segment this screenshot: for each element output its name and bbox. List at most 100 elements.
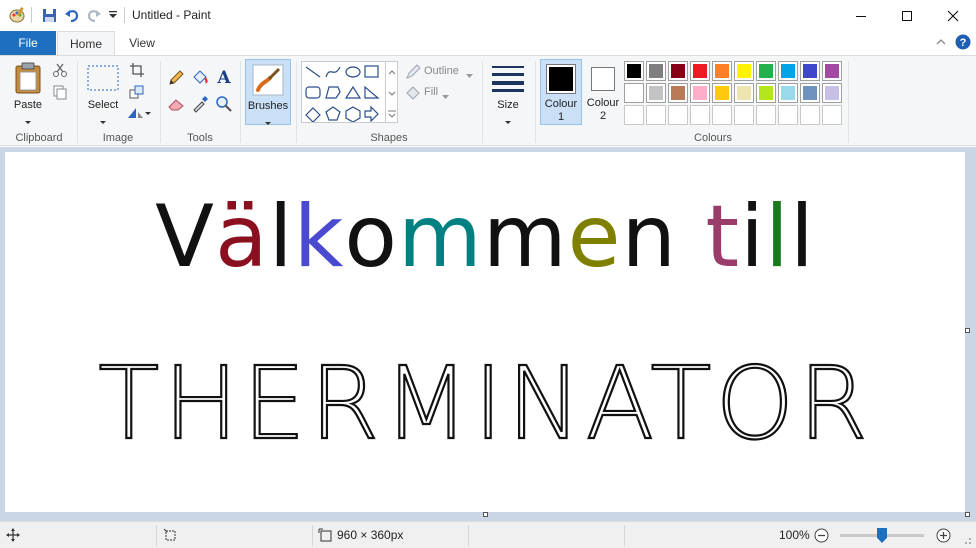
fill-bucket-icon[interactable] bbox=[191, 69, 209, 90]
divider bbox=[535, 61, 536, 143]
rotate-icon[interactable] bbox=[127, 106, 151, 123]
help-icon[interactable]: ? bbox=[955, 34, 971, 53]
cut-icon[interactable] bbox=[52, 62, 68, 81]
colour2-number: 2 bbox=[599, 110, 607, 122]
colour-swatch[interactable] bbox=[778, 61, 798, 81]
colour-swatch[interactable] bbox=[646, 83, 666, 103]
colour-swatch[interactable] bbox=[734, 83, 754, 103]
undo-icon[interactable] bbox=[63, 6, 81, 24]
colour-swatch[interactable] bbox=[822, 61, 842, 81]
select-button[interactable]: Select bbox=[82, 58, 124, 126]
chevron-down-icon bbox=[264, 116, 272, 130]
copy-icon[interactable] bbox=[52, 84, 68, 103]
custom-colour-slot[interactable] bbox=[646, 105, 666, 125]
custom-colour-slot[interactable] bbox=[778, 105, 798, 125]
canvas-text-line-2: THERMINATOR bbox=[97, 344, 872, 463]
line-size-icon bbox=[492, 66, 524, 92]
size-button[interactable]: Size bbox=[487, 59, 529, 125]
divider bbox=[468, 525, 469, 546]
colour-swatch[interactable] bbox=[800, 83, 820, 103]
colour-swatch[interactable] bbox=[756, 83, 776, 103]
colour2-button[interactable]: Colour 2 bbox=[584, 59, 622, 125]
resize-grip-icon[interactable] bbox=[962, 534, 972, 548]
drawing-canvas[interactable]: Välkommen till THERMINATOR bbox=[5, 152, 965, 512]
resize-handle-right[interactable] bbox=[965, 328, 970, 333]
canvas-workspace: Välkommen till THERMINATOR bbox=[0, 147, 976, 521]
outline-icon bbox=[405, 64, 421, 83]
colour-swatch[interactable] bbox=[778, 83, 798, 103]
svg-text:A: A bbox=[216, 68, 231, 87]
paste-label: Paste bbox=[13, 99, 43, 111]
custom-colour-slot[interactable] bbox=[690, 105, 710, 125]
colour-swatch[interactable] bbox=[668, 61, 688, 81]
colour-swatch[interactable] bbox=[646, 61, 666, 81]
tab-file[interactable]: File bbox=[0, 31, 56, 55]
colour-swatch[interactable] bbox=[712, 61, 732, 81]
shapes-gallery[interactable] bbox=[301, 61, 398, 123]
colour1-button[interactable]: Colour 1 bbox=[540, 59, 582, 125]
brush-icon bbox=[252, 64, 284, 96]
canvas-letter: k bbox=[293, 187, 345, 287]
zoom-in-button[interactable] bbox=[936, 528, 951, 546]
save-icon[interactable] bbox=[40, 6, 58, 24]
magnifier-icon[interactable] bbox=[215, 95, 233, 116]
chevron-down-icon bbox=[466, 68, 473, 82]
custom-colour-slot[interactable] bbox=[668, 105, 688, 125]
colour-swatch[interactable] bbox=[712, 83, 732, 103]
canvas-letter: ä bbox=[215, 187, 269, 287]
paint-app-icon[interactable] bbox=[8, 6, 26, 24]
colour-swatch[interactable] bbox=[800, 61, 820, 81]
tab-home[interactable]: Home bbox=[57, 31, 115, 55]
divider bbox=[624, 525, 625, 546]
zoom-out-button[interactable] bbox=[814, 528, 829, 546]
colour-swatch[interactable] bbox=[668, 83, 688, 103]
title-bar: Untitled - Paint bbox=[0, 0, 976, 31]
tab-view[interactable]: View bbox=[118, 31, 166, 55]
text-tool-icon[interactable]: A bbox=[215, 67, 233, 90]
zoom-slider-thumb[interactable] bbox=[877, 528, 887, 543]
colour-swatch[interactable] bbox=[690, 83, 710, 103]
collapse-ribbon-icon[interactable] bbox=[935, 36, 947, 51]
crop-icon[interactable] bbox=[129, 62, 145, 81]
customize-quick-access-icon[interactable] bbox=[104, 6, 122, 24]
chevron-down-icon bbox=[99, 115, 107, 129]
colour-swatch[interactable] bbox=[734, 61, 754, 81]
custom-colour-slot[interactable] bbox=[800, 105, 820, 125]
fill-label[interactable]: Fill bbox=[424, 86, 438, 98]
canvas-text-line-1: Välkommen till bbox=[5, 187, 965, 287]
resize-handle-corner[interactable] bbox=[965, 512, 970, 517]
canvas-letter: l bbox=[765, 187, 790, 287]
minimize-button[interactable] bbox=[838, 0, 884, 31]
custom-colour-slot[interactable] bbox=[734, 105, 754, 125]
divider bbox=[240, 61, 241, 143]
brushes-button[interactable]: Brushes bbox=[245, 59, 291, 125]
resize-icon[interactable] bbox=[129, 84, 145, 103]
canvas-letter: m bbox=[398, 187, 483, 287]
custom-colour-slot[interactable] bbox=[712, 105, 732, 125]
paste-button[interactable]: Paste bbox=[6, 58, 50, 126]
redo-icon[interactable] bbox=[85, 6, 103, 24]
custom-colour-slot[interactable] bbox=[822, 105, 842, 125]
colour1-swatch bbox=[546, 64, 576, 94]
custom-colour-slot[interactable] bbox=[624, 105, 644, 125]
canvas-letter: l bbox=[268, 187, 294, 287]
custom-colour-slot[interactable] bbox=[756, 105, 776, 125]
outline-label[interactable]: Outline bbox=[424, 65, 459, 77]
divider bbox=[848, 61, 849, 143]
zoom-slider[interactable] bbox=[840, 528, 924, 543]
canvas-letter: t bbox=[705, 187, 741, 287]
colour-swatch[interactable] bbox=[756, 61, 776, 81]
close-button[interactable] bbox=[930, 0, 976, 31]
pencil-icon[interactable] bbox=[167, 69, 185, 90]
colour-swatch[interactable] bbox=[822, 83, 842, 103]
colour-swatch[interactable] bbox=[624, 61, 644, 81]
eraser-icon[interactable] bbox=[167, 95, 185, 116]
shapes-scroll[interactable] bbox=[385, 61, 398, 123]
colour-picker-icon[interactable] bbox=[191, 95, 209, 116]
colour-swatch[interactable] bbox=[690, 61, 710, 81]
size-label: Size bbox=[497, 99, 519, 111]
resize-handle-bottom[interactable] bbox=[483, 512, 488, 517]
shapes-group-label: Shapes bbox=[370, 132, 408, 144]
colour-swatch[interactable] bbox=[624, 83, 644, 103]
maximize-button[interactable] bbox=[884, 0, 930, 31]
